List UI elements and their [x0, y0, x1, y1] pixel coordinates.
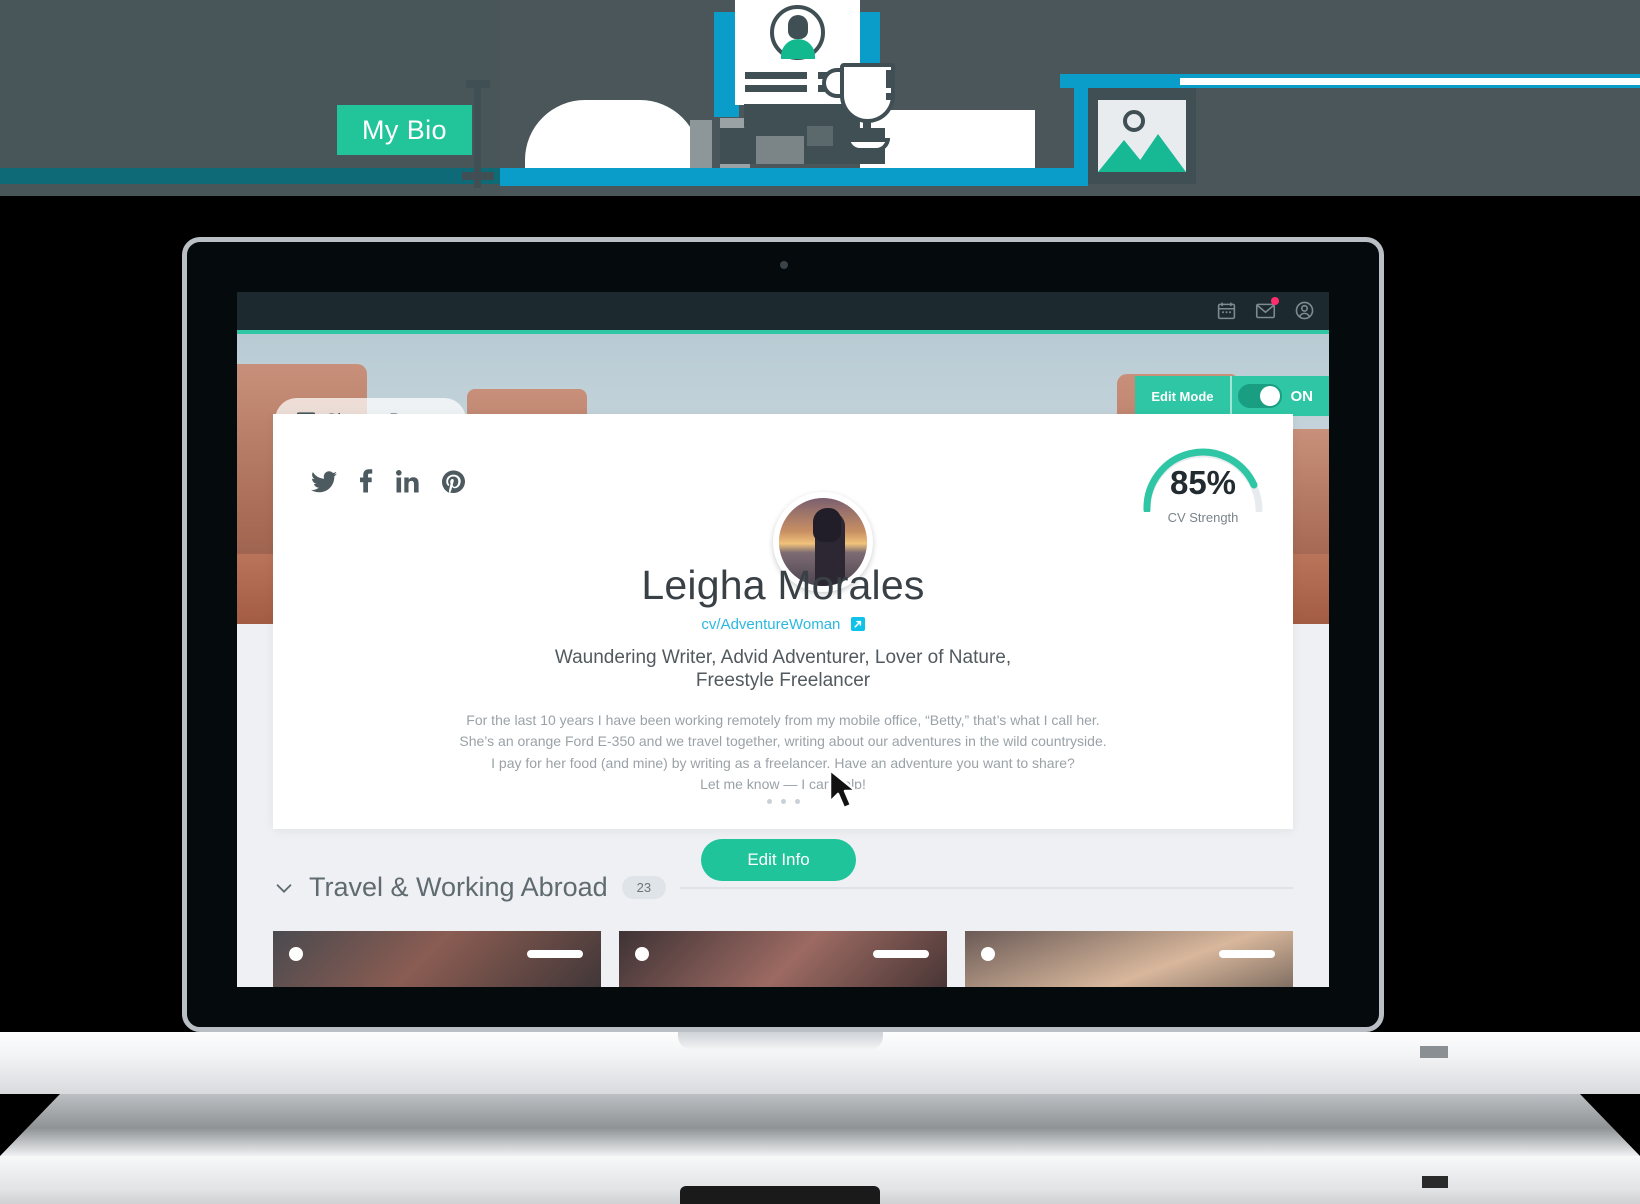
- profile-name: Leigha Morales: [641, 562, 925, 608]
- account-icon[interactable]: [1294, 300, 1315, 321]
- laptop-hinge-marker: [1420, 1046, 1448, 1058]
- edit-mode-toggle-wrap[interactable]: ON: [1229, 376, 1329, 416]
- section-divider: [680, 886, 1293, 889]
- my-bio-label: My Bio: [362, 114, 447, 145]
- hero-illustration-band: My Bio: [0, 0, 1640, 196]
- screenshot-stage: My Bio Edit Mode ON Leigha Morales cv/Ad…: [0, 0, 1640, 1204]
- band-teal-bar: [0, 168, 500, 184]
- profile-bio-line: She’s an orange Ford E-350 and we travel…: [459, 733, 1107, 750]
- carousel-dots[interactable]: [273, 799, 1293, 804]
- twitter-icon[interactable]: [311, 471, 337, 498]
- edit-mode-control: Edit Mode ON: [1135, 376, 1329, 416]
- cv-strength-gauge: 85% CV Strength: [1133, 432, 1273, 542]
- profile-tagline: Waundering Writer, Advid Adventurer, Lov…: [273, 646, 1293, 692]
- card-action-bar[interactable]: [873, 950, 929, 958]
- profile-bio-line: Let me know — I can help!: [700, 776, 866, 793]
- social-links: [311, 469, 465, 500]
- carousel-dot[interactable]: [766, 799, 772, 804]
- profile-handle-text: cv/AdventureWoman: [701, 616, 841, 633]
- card-select-dot[interactable]: [289, 947, 303, 961]
- mouse-cursor: [828, 768, 862, 812]
- calendar-icon[interactable]: [1216, 300, 1237, 321]
- card-select-dot[interactable]: [981, 947, 995, 961]
- travel-section: Travel & Working Abroad 23: [273, 872, 1293, 987]
- edit-mode-switch[interactable]: [1237, 384, 1282, 408]
- my-bio-badge: My Bio: [337, 105, 472, 155]
- travel-card-list: [273, 931, 1293, 987]
- image-placeholder-mountains: [1098, 130, 1186, 172]
- carousel-dot[interactable]: [780, 799, 786, 804]
- card-select-dot[interactable]: [635, 947, 649, 961]
- laptop-hinge-notch: [678, 1032, 883, 1050]
- laptop-base: [0, 1094, 1640, 1156]
- profile-card: Leigha Morales cv/AdventureWoman Waunder…: [273, 414, 1293, 881]
- laptop-foot-marker: [1422, 1176, 1448, 1188]
- band-signpost-foot: [462, 172, 494, 180]
- edit-mode-state-label: ON: [1290, 387, 1314, 405]
- cv-strength-caption: CV Strength: [1167, 510, 1239, 525]
- profile-bio-line: For the last 10 years I have been workin…: [466, 712, 1100, 728]
- pinterest-icon[interactable]: [442, 470, 465, 499]
- mail-icon[interactable]: [1255, 297, 1279, 321]
- external-link-icon[interactable]: [850, 617, 865, 635]
- app-header-icon-group: [1216, 297, 1315, 321]
- profile-tagline-line-2: Freestyle Freelancer: [695, 670, 871, 692]
- travel-section-count: 23: [621, 876, 667, 899]
- travel-card-2[interactable]: [619, 931, 947, 987]
- cv-strength-value: 85%: [1169, 464, 1237, 501]
- resume-coffee-illustration: [700, 0, 900, 190]
- linkedin-icon[interactable]: [396, 470, 420, 499]
- band-signpost-cap: [466, 80, 490, 88]
- profile-bio-line: I pay for her food (and mine) by writing…: [491, 754, 1075, 771]
- laptop-screen: Change Banner Edit Mode ON: [237, 292, 1329, 987]
- image-placeholder-sun: [1123, 110, 1145, 132]
- card-action-bar[interactable]: [1219, 950, 1275, 958]
- profile-handle[interactable]: cv/AdventureWoman: [273, 616, 1293, 635]
- profile-bio: For the last 10 years I have been workin…: [273, 710, 1293, 796]
- band-white-arch: [525, 100, 700, 170]
- laptop-foot-notch: [680, 1186, 880, 1204]
- chevron-down-icon[interactable]: [273, 877, 295, 899]
- facebook-icon[interactable]: [359, 469, 374, 500]
- travel-card-3[interactable]: [965, 931, 1293, 987]
- edit-mode-label: Edit Mode: [1135, 376, 1230, 416]
- card-action-bar[interactable]: [527, 950, 583, 958]
- travel-section-header: Travel & Working Abroad 23: [273, 872, 1293, 903]
- webcam-dot: [780, 261, 788, 269]
- app-header-bar: [237, 292, 1329, 330]
- travel-section-title: Travel & Working Abroad: [309, 872, 608, 902]
- carousel-dot[interactable]: [794, 799, 800, 804]
- mail-notification-badge: [1271, 297, 1279, 305]
- band-left-panel: [0, 0, 500, 196]
- profile-tagline-line-1: Waundering Writer, Advid Adventurer, Lov…: [554, 647, 1012, 668]
- band-white-strip: [1180, 78, 1640, 85]
- travel-card-1[interactable]: [273, 931, 601, 987]
